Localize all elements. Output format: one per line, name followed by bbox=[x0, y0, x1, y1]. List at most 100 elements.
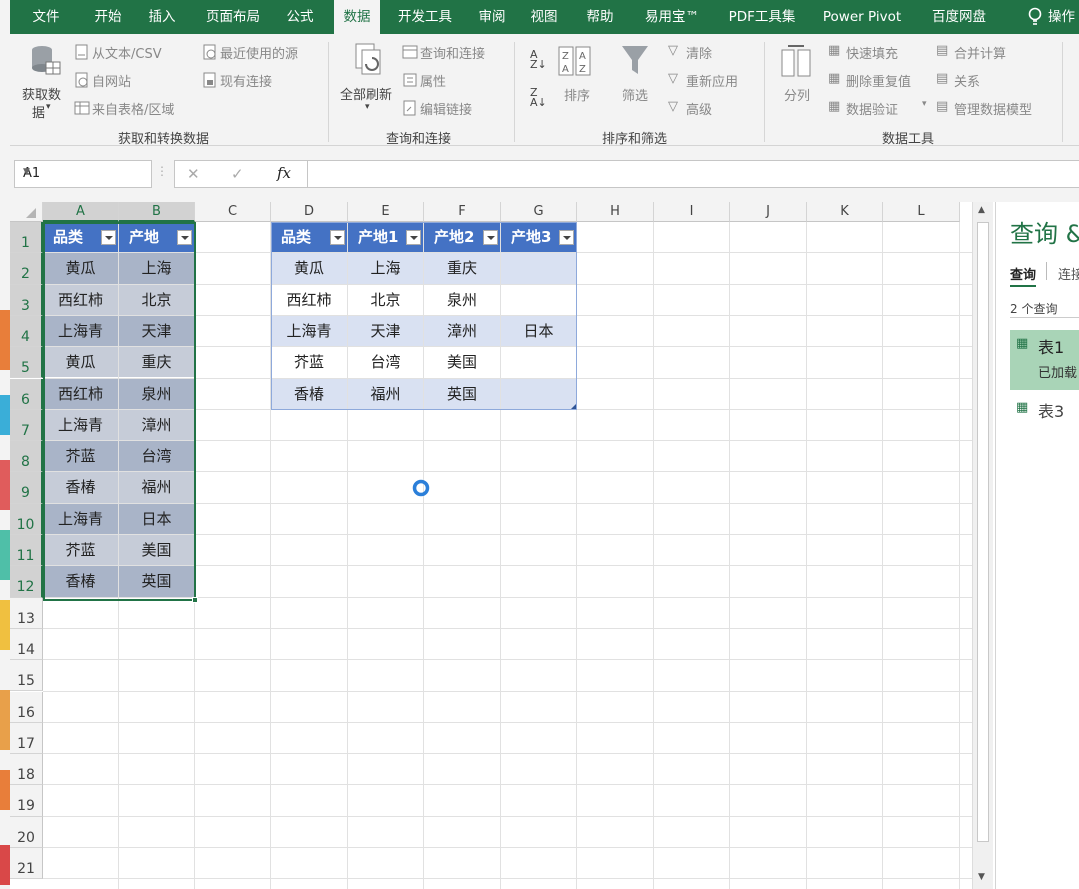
remove-duplicates-icon[interactable]: ▦ bbox=[828, 71, 840, 86]
column-header[interactable]: I bbox=[654, 202, 730, 222]
column-header[interactable]: L bbox=[883, 202, 960, 222]
query-item-2[interactable]: ▦ 表3 bbox=[1010, 396, 1079, 424]
filter-dropdown-button[interactable] bbox=[483, 230, 498, 245]
row-header[interactable]: 16 bbox=[10, 691, 43, 723]
table-cell[interactable]: 芥蓝 bbox=[43, 441, 118, 472]
from-text-csv-button[interactable]: 从文本/CSV bbox=[92, 43, 162, 62]
filter-dropdown-button[interactable] bbox=[559, 230, 574, 245]
table-cell[interactable] bbox=[501, 347, 576, 378]
tab-data[interactable]: 数据 bbox=[334, 0, 380, 34]
row-header[interactable]: 13 bbox=[10, 597, 43, 629]
scroll-up-icon[interactable]: ▲ bbox=[978, 205, 985, 215]
table-cell[interactable]: 芥蓝 bbox=[271, 347, 347, 378]
column-header[interactable]: E bbox=[348, 202, 424, 222]
properties-button[interactable]: 属性 bbox=[420, 71, 446, 90]
reapply-button[interactable]: 重新应用 bbox=[686, 71, 738, 90]
table-cell[interactable]: 日本 bbox=[119, 503, 194, 534]
column-header[interactable]: B bbox=[119, 202, 195, 222]
formula-input[interactable] bbox=[307, 160, 1079, 188]
table-cell[interactable]: 美国 bbox=[424, 347, 500, 378]
table-cell[interactable]: 芥蓝 bbox=[43, 535, 118, 566]
tab-view[interactable]: 视图 bbox=[522, 0, 566, 34]
table-cell[interactable]: 西红柿 bbox=[43, 378, 118, 409]
table-cell[interactable]: 美国 bbox=[119, 535, 194, 566]
advanced-button[interactable]: 高级 bbox=[686, 99, 712, 118]
table-cell[interactable]: 福州 bbox=[348, 378, 423, 409]
table-cell[interactable]: 重庆 bbox=[119, 347, 194, 378]
tab-tell-me[interactable]: 操作 bbox=[1048, 0, 1079, 34]
table-cell[interactable]: 上海 bbox=[119, 253, 194, 284]
from-table-range-button[interactable]: 来自表格/区域 bbox=[92, 99, 174, 118]
get-data-label-2[interactable]: 据 bbox=[32, 102, 45, 121]
column-header[interactable]: F bbox=[424, 202, 501, 222]
row-header[interactable]: 5 bbox=[10, 347, 43, 379]
refresh-all-icon[interactable] bbox=[352, 42, 384, 80]
text-to-columns-button[interactable]: 分列 bbox=[784, 85, 810, 104]
tab-pdf-tools[interactable]: PDF工具集 bbox=[720, 0, 804, 34]
table-cell[interactable]: 台湾 bbox=[348, 347, 423, 378]
select-all-button[interactable] bbox=[10, 202, 43, 222]
tab-review[interactable]: 审阅 bbox=[470, 0, 514, 34]
text-to-columns-icon[interactable] bbox=[780, 44, 812, 78]
table-cell[interactable]: 黄瓜 bbox=[43, 253, 118, 284]
existing-connections-button[interactable]: 现有连接 bbox=[220, 71, 272, 90]
table-cell[interactable]: 重庆 bbox=[424, 253, 500, 284]
table-cell[interactable] bbox=[501, 253, 576, 284]
column-header[interactable]: G bbox=[501, 202, 577, 222]
row-header[interactable]: 3 bbox=[10, 284, 43, 316]
vertical-scrollbar[interactable]: ▲ ▼ bbox=[972, 202, 993, 889]
sort-az-icon[interactable]: A Z↓ bbox=[530, 49, 547, 70]
column-header[interactable]: D bbox=[271, 202, 348, 222]
tab-developer[interactable]: 开发工具 bbox=[390, 0, 460, 34]
tab-home[interactable]: 开始 bbox=[86, 0, 130, 34]
table-cell[interactable] bbox=[501, 378, 576, 409]
table-cell[interactable]: 泉州 bbox=[424, 284, 500, 315]
row-header[interactable]: 15 bbox=[10, 660, 43, 692]
row-header[interactable]: 11 bbox=[10, 535, 43, 567]
tab-insert[interactable]: 插入 bbox=[140, 0, 184, 34]
queries-connections-button[interactable]: 查询和连接 bbox=[420, 43, 485, 62]
filter-dropdown-button[interactable] bbox=[101, 230, 116, 245]
column-header[interactable]: A bbox=[43, 202, 119, 222]
clear-filter-icon[interactable]: ▽ bbox=[668, 43, 678, 58]
table-cell[interactable]: 上海青 bbox=[43, 503, 118, 534]
table-header-cell[interactable]: 产地3 bbox=[501, 222, 576, 253]
filter-dropdown-button[interactable] bbox=[177, 230, 192, 245]
remove-duplicates-button[interactable]: 删除重复值 bbox=[846, 71, 911, 90]
row-header[interactable]: 12 bbox=[10, 566, 43, 598]
row-header[interactable]: 17 bbox=[10, 722, 43, 755]
table-cell[interactable]: 日本 bbox=[501, 315, 576, 347]
column-header[interactable]: K bbox=[807, 202, 883, 222]
sort-za-icon[interactable]: Z A↓ bbox=[530, 87, 547, 108]
get-data-icon[interactable] bbox=[28, 42, 62, 78]
tab-connections[interactable]: 连接 bbox=[1058, 264, 1079, 283]
scrollbar-thumb[interactable] bbox=[977, 222, 989, 842]
tab-file[interactable]: 文件 bbox=[24, 0, 68, 34]
row-header[interactable]: 1 bbox=[10, 222, 43, 254]
fill-handle[interactable] bbox=[192, 597, 198, 603]
table-cell[interactable]: 香椿 bbox=[271, 378, 347, 409]
table-cell[interactable]: 漳州 bbox=[424, 315, 500, 347]
tab-yiyongbao[interactable]: 易用宝™ bbox=[632, 0, 712, 34]
edit-links-button[interactable]: 编辑链接 bbox=[420, 99, 472, 118]
table-cell[interactable]: 香椿 bbox=[43, 566, 118, 597]
reapply-icon[interactable]: ▽ bbox=[668, 71, 678, 86]
row-header[interactable]: 7 bbox=[10, 409, 43, 442]
flash-fill-icon[interactable]: ▦ bbox=[828, 43, 840, 58]
table-cell[interactable]: 北京 bbox=[119, 284, 194, 315]
data-validation-button[interactable]: 数据验证 bbox=[846, 99, 898, 118]
worksheet-grid[interactable]: ABCDEFGHIJKL 1 2 3 4 5 6 7 8 9 10 11 12 13 14 15 16 17 18… bbox=[10, 202, 977, 889]
row-header[interactable]: 2 bbox=[10, 253, 43, 285]
table-header-cell[interactable]: 品类 bbox=[271, 222, 347, 253]
cancel-icon[interactable]: ✕ bbox=[187, 165, 200, 183]
name-box[interactable]: A1 ▼ bbox=[14, 160, 152, 188]
sort-dialog-icon[interactable]: ZAAZ bbox=[558, 46, 592, 76]
filter-dropdown-button[interactable] bbox=[330, 230, 345, 245]
table-cell[interactable]: 黄瓜 bbox=[43, 347, 118, 378]
tab-formulas[interactable]: 公式 bbox=[278, 0, 322, 34]
filter-button[interactable]: 筛选 bbox=[622, 85, 648, 104]
clear-button[interactable]: 清除 bbox=[686, 43, 712, 62]
refresh-all-button[interactable]: 全部刷新 bbox=[340, 84, 392, 103]
table-cell[interactable]: 英国 bbox=[119, 566, 194, 597]
column-header[interactable]: H bbox=[577, 202, 654, 222]
